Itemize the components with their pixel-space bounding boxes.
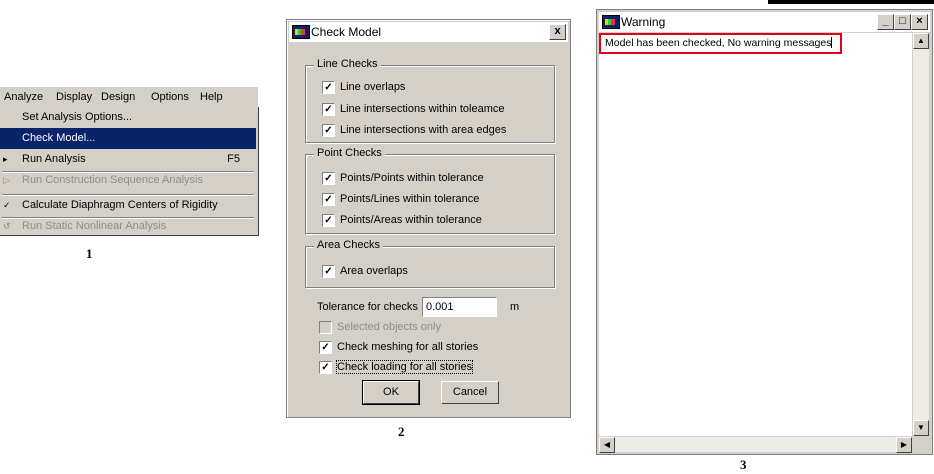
point-checks-group: Point Checks ✓ Points/Points within tole… xyxy=(305,147,555,234)
resize-grip-icon[interactable] xyxy=(913,437,929,452)
points-lines-checkbox[interactable]: ✓ xyxy=(322,193,335,206)
line-intersections-area-edges-checkbox[interactable]: ✓ xyxy=(322,124,335,137)
background-window-edge xyxy=(768,0,934,4)
checkbox-label: Check meshing for all stories xyxy=(337,341,479,353)
tolerance-input[interactable]: 0.001 xyxy=(422,297,497,317)
group-label: Area Checks xyxy=(314,239,383,251)
dialog-titlebar: Check Model x xyxy=(289,22,568,42)
menu-item-calculate-diaphragm[interactable]: ✓ Calculate Diaphragm Centers of Rigidit… xyxy=(0,195,256,216)
cancel-button[interactable]: Cancel xyxy=(441,381,499,404)
area-overlaps-checkbox[interactable]: ✓ xyxy=(322,265,335,278)
warning-message: Model has been checked, No warning messa… xyxy=(605,37,833,49)
tolerance-unit: m xyxy=(510,301,520,313)
maximize-button[interactable]: □ xyxy=(894,14,911,30)
area-checks-group: Area Checks ✓ Area overlaps xyxy=(305,239,555,288)
app-icon xyxy=(292,25,310,39)
vertical-scrollbar[interactable]: ▲ ▼ xyxy=(913,33,929,436)
menu-item-run-static-nonlinear: ↺ Run Static Nonlinear Analysis xyxy=(0,216,256,237)
scroll-up-icon[interactable]: ▲ xyxy=(913,33,929,49)
figure-caption-1: 1 xyxy=(86,246,93,261)
check-loading-checkbox[interactable]: ✓ xyxy=(319,361,332,374)
warning-window: Warning _ □ × Model has been checked, No… xyxy=(596,9,933,455)
checkbox-label: Points/Points within tolerance xyxy=(340,172,484,184)
tolerance-label: Tolerance for checks xyxy=(317,301,418,313)
menu-item-run-construction-sequence: ▷ Run Construction Sequence Analysis xyxy=(0,170,256,191)
window-titlebar: Warning _ □ × xyxy=(599,12,930,32)
line-intersections-tolerance-checkbox[interactable]: ✓ xyxy=(322,103,335,116)
line-checks-group: Line Checks ✓ Line overlaps ✓ Line inter… xyxy=(305,58,555,143)
analyze-menu: Set Analysis Options... Check Model... ▸… xyxy=(0,107,259,236)
sequence-icon: ▷ xyxy=(3,175,10,185)
checkbox-label: Line intersections within toleamce xyxy=(340,103,505,115)
check-meshing-checkbox[interactable]: ✓ xyxy=(319,341,332,354)
scroll-left-icon[interactable]: ◀ xyxy=(599,437,615,453)
close-button[interactable]: × xyxy=(911,14,928,30)
ok-button[interactable]: OK xyxy=(362,380,420,405)
menu-options[interactable]: Options xyxy=(151,91,189,103)
minimize-button[interactable]: _ xyxy=(877,14,894,30)
menu-analyze[interactable]: Analyze xyxy=(4,91,43,103)
message-textarea[interactable] xyxy=(599,33,912,436)
checkbox-label: Line intersections with area edges xyxy=(340,124,507,136)
menu-display[interactable]: Display xyxy=(56,91,92,103)
menu-help[interactable]: Help xyxy=(200,91,223,103)
app-icon xyxy=(602,15,620,29)
line-overlaps-checkbox[interactable]: ✓ xyxy=(322,81,335,94)
menu-design[interactable]: Design xyxy=(101,91,135,103)
dialog-title: Check Model xyxy=(311,25,382,39)
menu-item-run-analysis[interactable]: ▸ Run Analysis F5 xyxy=(0,149,256,170)
checkbox-label: Selected objects only xyxy=(337,321,441,333)
group-label: Line Checks xyxy=(314,58,381,70)
figure-caption-2: 2 xyxy=(398,424,405,439)
menu-item-set-analysis-options[interactable]: Set Analysis Options... xyxy=(0,107,256,128)
play-arrow-icon: ▸ xyxy=(3,154,8,164)
close-button[interactable]: x xyxy=(549,24,566,40)
window-title: Warning xyxy=(621,15,666,29)
scroll-right-icon[interactable]: ▶ xyxy=(896,437,912,453)
figure-caption-3: 3 xyxy=(740,457,747,472)
menu-bar: Analyze Display Design Options Help xyxy=(0,87,258,108)
points-points-checkbox[interactable]: ✓ xyxy=(322,172,335,185)
group-label: Point Checks xyxy=(314,147,385,159)
highlight-box: Model has been checked, No warning messa… xyxy=(599,33,842,54)
checkbox-label: Line overlaps xyxy=(340,81,406,93)
shortcut-label: F5 xyxy=(227,153,240,165)
checkbox-label: Points/Lines within tolerance xyxy=(340,193,480,205)
checkbox-label: Points/Areas within tolerance xyxy=(340,214,482,226)
points-areas-checkbox[interactable]: ✓ xyxy=(322,214,335,227)
checkmark-icon: ✓ xyxy=(3,200,11,210)
checkbox-label: Area overlaps xyxy=(340,265,408,277)
selected-objects-only-checkbox xyxy=(319,321,332,334)
scroll-down-icon[interactable]: ▼ xyxy=(913,420,929,436)
nonlinear-icon: ↺ xyxy=(3,221,11,231)
check-model-dialog: Check Model x Line Checks ✓ Line overlap… xyxy=(286,19,571,418)
menu-item-check-model[interactable]: Check Model... xyxy=(0,128,256,149)
horizontal-scrollbar[interactable]: ◀ ▶ xyxy=(599,437,912,453)
checkbox-label: Check loading for all stories xyxy=(335,360,474,374)
